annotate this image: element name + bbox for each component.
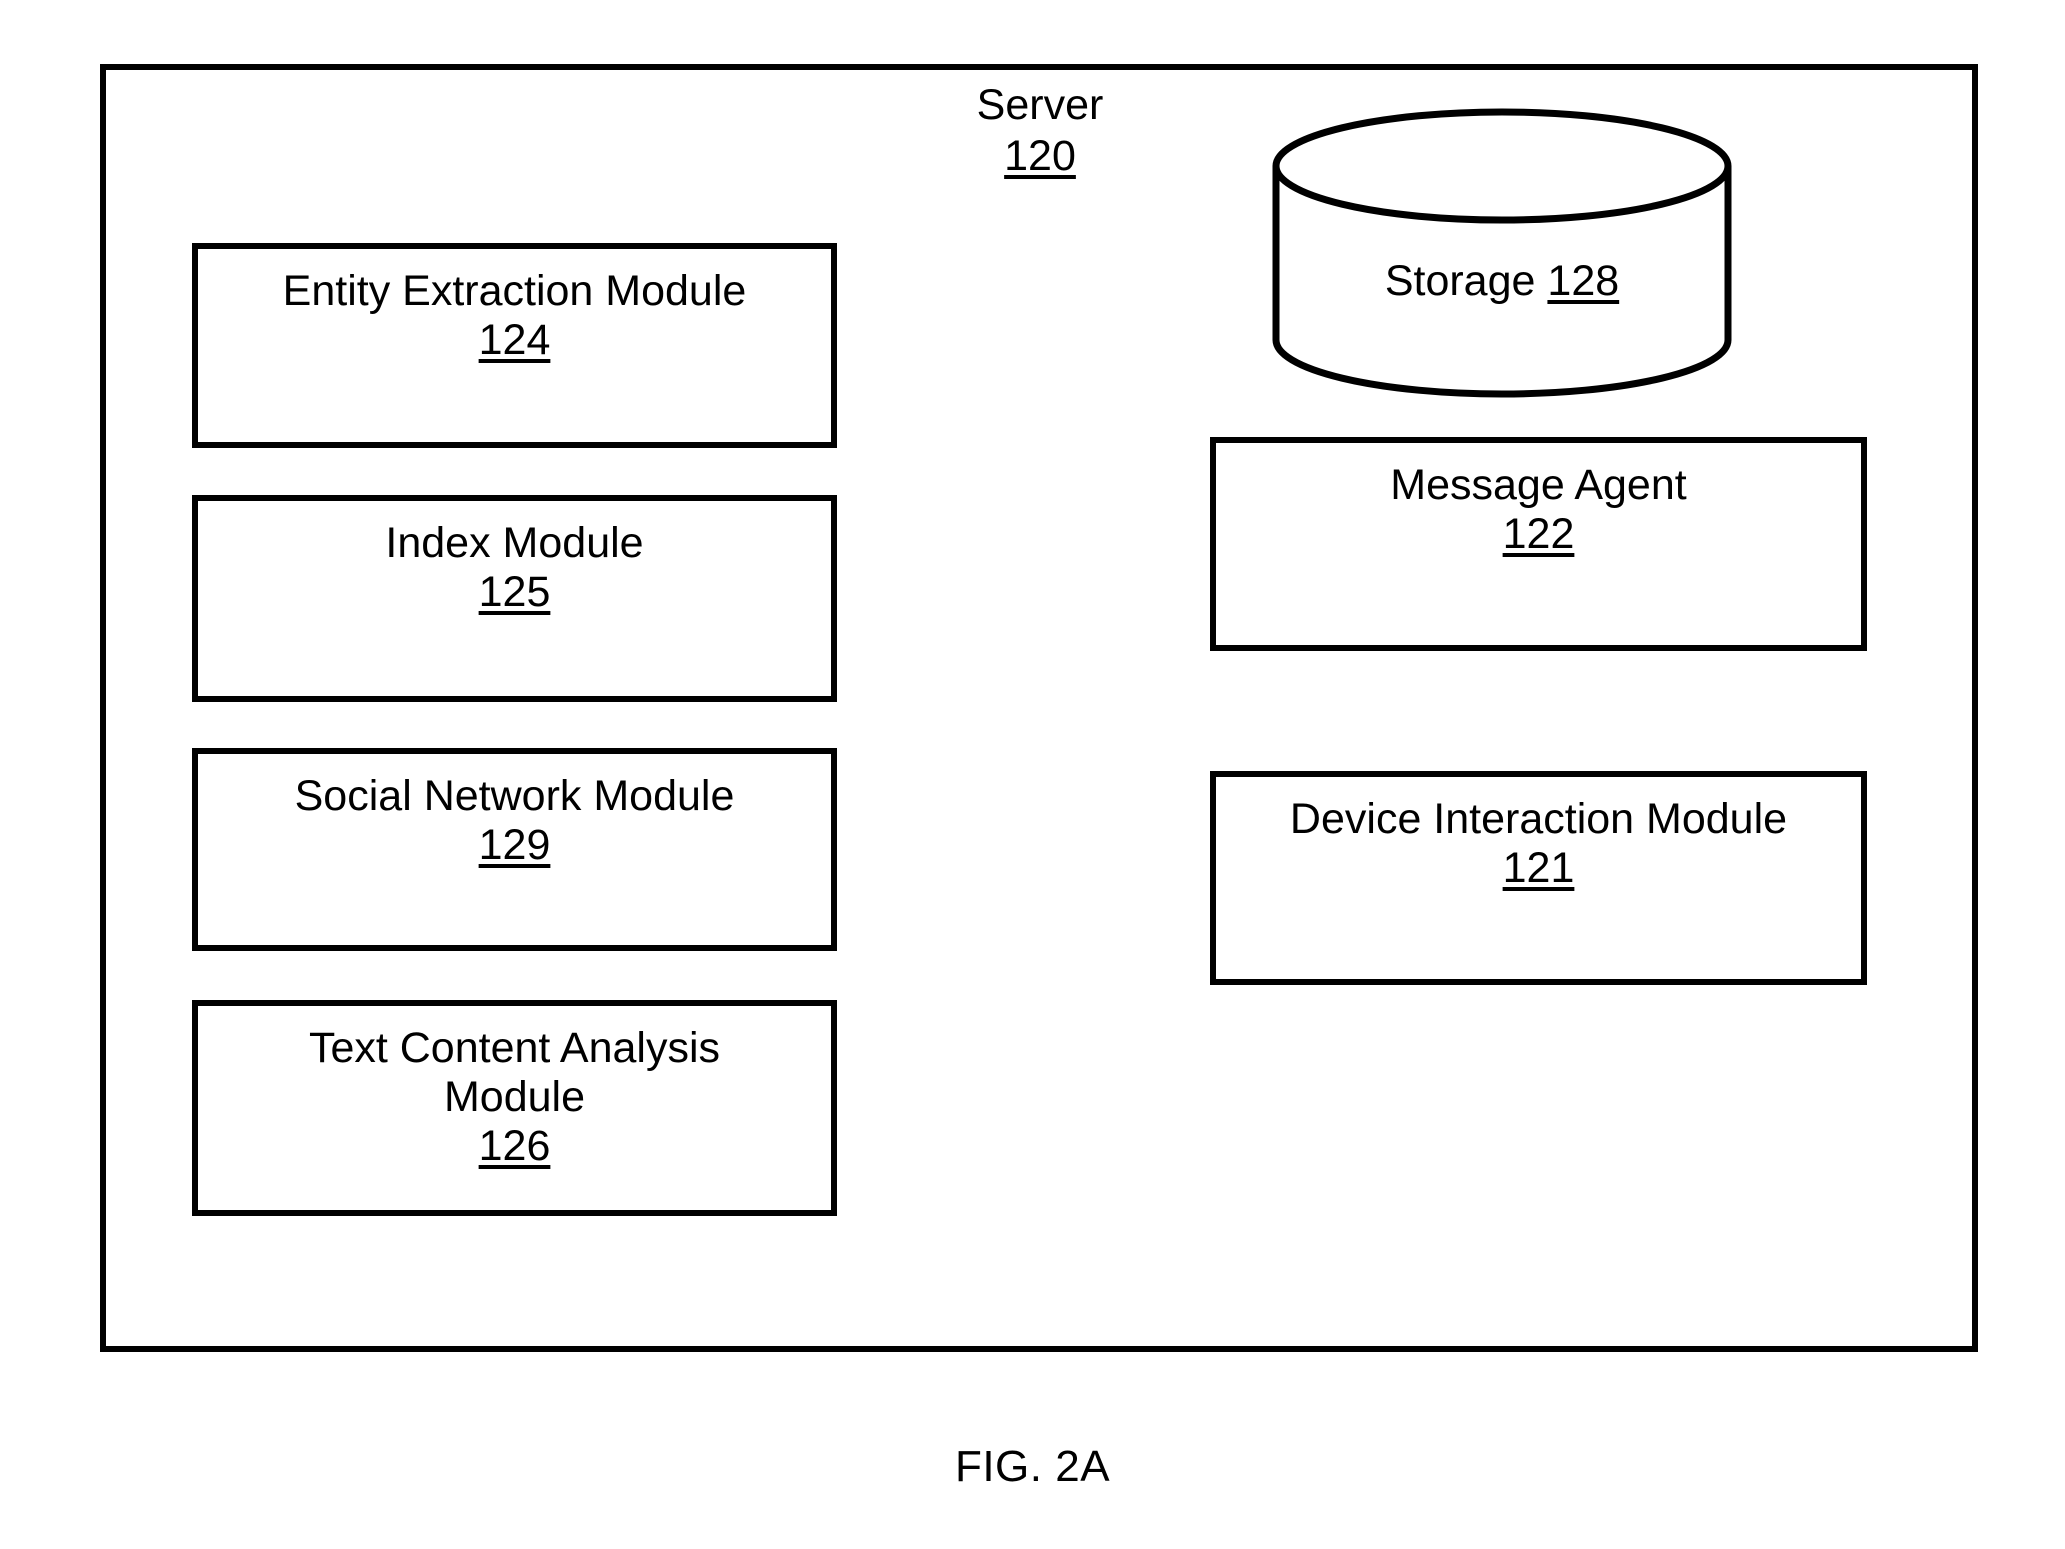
- device-interaction-module-reference-number: 121: [1502, 844, 1575, 893]
- server-title: Server 120: [880, 80, 1200, 181]
- message-agent-text: Message Agent 122: [1216, 443, 1861, 559]
- text-content-analysis-module-label-line2: Module: [443, 1073, 586, 1122]
- social-network-module-label: Social Network Module: [294, 772, 735, 820]
- index-module-box: Index Module 125: [192, 495, 837, 702]
- figure-caption: FIG. 2A: [954, 1442, 1111, 1491]
- index-module-text: Index Module 125: [198, 501, 831, 617]
- message-agent-label: Message Agent: [1390, 461, 1687, 509]
- entity-extraction-module-text: Entity Extraction Module 124: [198, 249, 831, 365]
- entity-extraction-module-label: Entity Extraction Module: [282, 267, 747, 315]
- social-network-module-reference-number: 129: [478, 821, 551, 870]
- figure-2a-page: Server 120 Storage 128 Entity Extraction…: [0, 0, 2065, 1549]
- social-network-module-text: Social Network Module 129: [198, 754, 831, 870]
- text-content-analysis-module-reference-number: 126: [478, 1122, 551, 1171]
- entity-extraction-module-box: Entity Extraction Module 124: [192, 243, 837, 448]
- server-reference-number: 120: [1004, 131, 1076, 180]
- entity-extraction-module-reference-number: 124: [478, 316, 551, 365]
- storage-cylinder: Storage 128: [1272, 108, 1732, 398]
- device-interaction-module-label: Device Interaction Module: [1289, 795, 1788, 843]
- message-agent-reference-number: 122: [1502, 510, 1575, 559]
- text-content-analysis-module-text: Text Content Analysis Module 126: [198, 1006, 831, 1171]
- index-module-label: Index Module: [385, 519, 644, 567]
- text-content-analysis-module-label-line1: Text Content Analysis: [308, 1024, 721, 1072]
- server-title-label: Server: [976, 81, 1104, 129]
- message-agent-box: Message Agent 122: [1210, 437, 1867, 651]
- device-interaction-module-box: Device Interaction Module 121: [1210, 771, 1867, 985]
- social-network-module-box: Social Network Module 129: [192, 748, 837, 951]
- device-interaction-module-text: Device Interaction Module 121: [1216, 777, 1861, 893]
- index-module-reference-number: 125: [478, 568, 551, 617]
- text-content-analysis-module-box: Text Content Analysis Module 126: [192, 1000, 837, 1216]
